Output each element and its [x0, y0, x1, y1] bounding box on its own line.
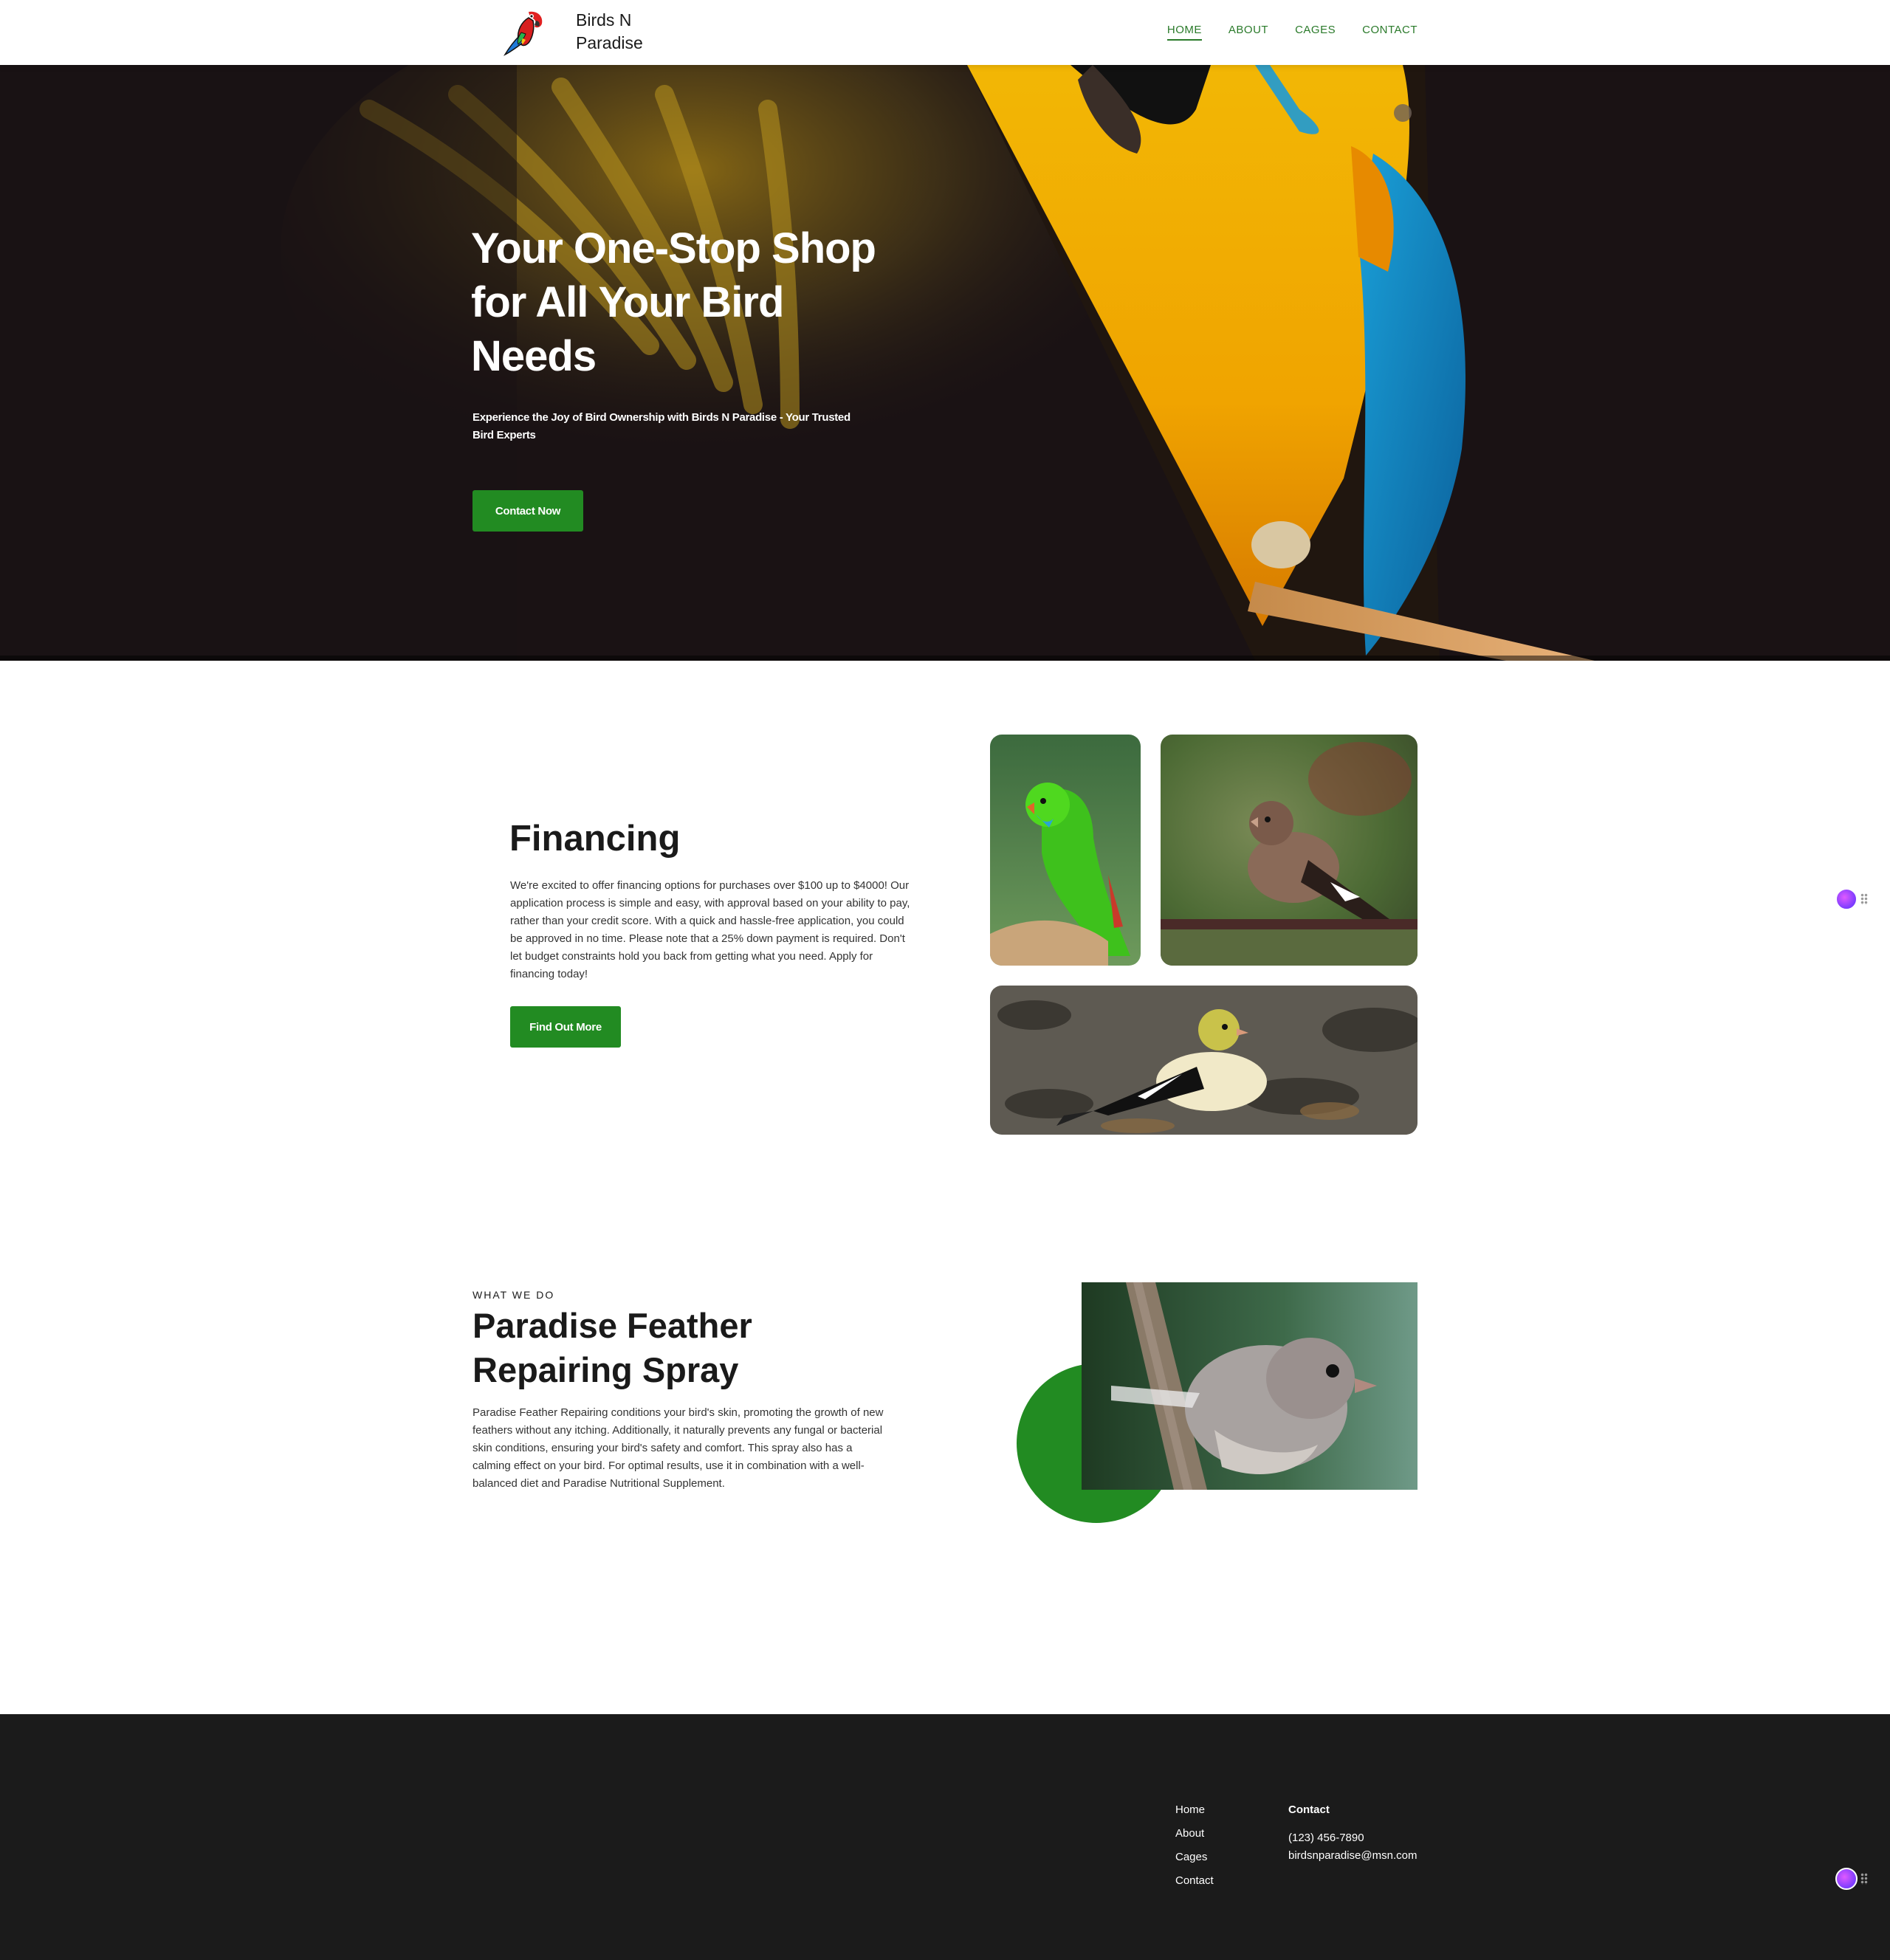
- assistant-icon[interactable]: [1835, 888, 1858, 910]
- floating-assistant-widget-bottom[interactable]: [1835, 1868, 1869, 1890]
- financing-text: We're excited to offer financing options…: [510, 879, 910, 980]
- site-footer: Home About Cages Contact Contact (123) 4…: [0, 1714, 1890, 1960]
- contact-now-button[interactable]: Contact Now: [472, 490, 583, 532]
- footer-email[interactable]: birdsnparadise@msn.com: [1288, 1847, 1417, 1865]
- footer-link-contact[interactable]: Contact: [1175, 1869, 1214, 1893]
- footer-nav: Home About Cages Contact: [1175, 1798, 1214, 1893]
- floating-assistant-widget[interactable]: [1835, 888, 1869, 910]
- section-eyebrow: WHAT WE DO: [472, 1289, 555, 1301]
- footer-link-home[interactable]: Home: [1175, 1798, 1214, 1822]
- footer-link-about[interactable]: About: [1175, 1822, 1214, 1846]
- product-description: Paradise Feather Repairing conditions yo…: [472, 1406, 884, 1490]
- nav-about[interactable]: ABOUT: [1228, 24, 1268, 41]
- brown-finch-photo: [1161, 735, 1418, 966]
- goldfinch-photo: [990, 986, 1418, 1135]
- nav-contact[interactable]: CONTACT: [1362, 24, 1418, 41]
- footer-phone[interactable]: (123) 456-7890: [1288, 1829, 1417, 1847]
- sparrow-chick-photo: [1082, 1282, 1418, 1490]
- brand-line-2: Paradise: [576, 33, 643, 52]
- hero-macaw-image: [0, 65, 1890, 661]
- site-header: Birds N Paradise HOME ABOUT CAGES CONTAC…: [0, 0, 1890, 65]
- nav-home[interactable]: HOME: [1166, 24, 1202, 41]
- drag-handle-icon[interactable]: [1860, 1873, 1868, 1885]
- parrot-logo-icon[interactable]: [499, 6, 549, 59]
- brand-line-1: Birds N: [576, 10, 632, 30]
- brand-name[interactable]: Birds N Paradise: [576, 9, 672, 55]
- green-parakeet-photo: [990, 735, 1141, 966]
- hero-section: Your One-Stop Shop for All Your Bird Nee…: [0, 65, 1890, 661]
- product-title: Paradise Feather Repairing Spray: [472, 1306, 752, 1389]
- footer-contact: Contact (123) 456-7890 birdsnparadise@ms…: [1288, 1798, 1417, 1865]
- find-out-more-button[interactable]: Find Out More: [510, 1006, 621, 1048]
- financing-title: Financing: [509, 819, 681, 859]
- nav-cages[interactable]: CAGES: [1295, 24, 1336, 41]
- main-nav: HOME ABOUT CAGES CONTACT: [1166, 24, 1418, 41]
- footer-link-cages[interactable]: Cages: [1175, 1846, 1214, 1869]
- drag-handle-icon[interactable]: [1860, 893, 1868, 905]
- assistant-icon[interactable]: [1835, 1868, 1858, 1890]
- footer-contact-heading: Contact: [1288, 1803, 1330, 1816]
- hero-subtitle: Experience the Joy of Bird Ownership wit…: [472, 411, 850, 441]
- hero-title: Your One-Stop Shop for All Your Bird Nee…: [471, 224, 876, 380]
